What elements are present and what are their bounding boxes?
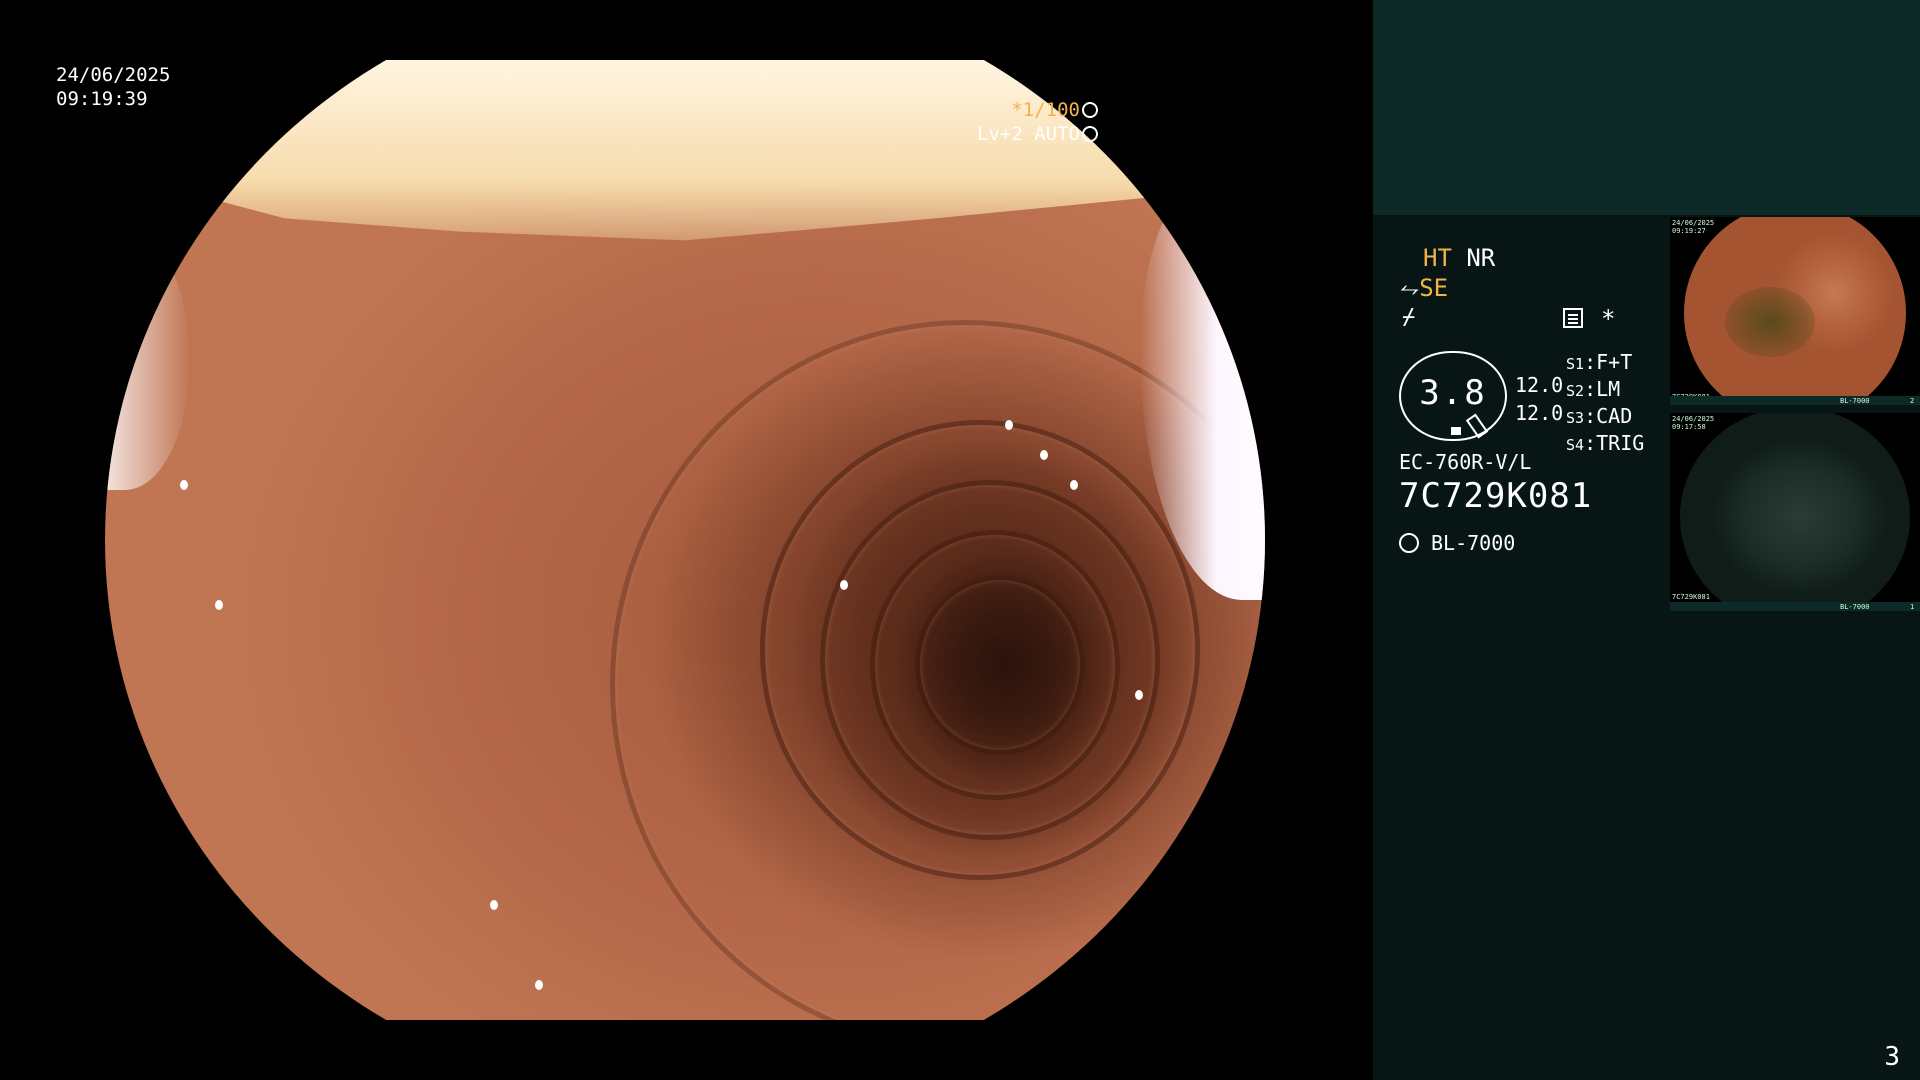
switch-key: S3 [1566,409,1585,427]
ht-label: HT [1423,244,1452,272]
star-indicator: * [1601,305,1616,333]
menu-icon [1563,308,1583,328]
gauge-marker-icon [1451,427,1461,435]
structure-enhance-icon: ⥊ [1400,274,1420,302]
page-number: 3 [1884,1042,1900,1072]
specular-highlight [180,480,188,490]
thumbnail-time: 09:17:58 [1672,423,1706,431]
exposure-info: *1/100 Lv+2 AUTO [977,98,1098,146]
thumbnail-footer [1670,602,1920,611]
gauge-display: 3.8 [1399,351,1507,441]
switch-key: S4 [1566,436,1585,454]
thumbnail-index: 2 [1910,397,1915,405]
thumbnail-footer [1670,396,1920,405]
light-glare [105,230,190,490]
capture-thumbnail[interactable]: 24/06/2025 09:17:58 7C729K081 BL-7000 1 [1670,413,1920,611]
thumbnail-serial: 7C729K081 [1672,593,1710,601]
specular-highlight [490,900,498,910]
specular-highlight [1135,690,1143,700]
setting-values: 12.0 12.0 [1515,371,1563,427]
scope-serial: 7C729K081 [1399,476,1593,516]
switch-key: S2 [1566,382,1585,400]
setting-value: 12.0 [1515,401,1564,425]
nr-label: NR [1466,244,1496,272]
exposure-level: Lv+2 [977,123,1023,145]
switch-value: CAD [1596,404,1633,428]
thumbnail-time: 09:19:27 [1672,227,1706,235]
switch-item: S1:F+T [1566,350,1633,374]
pen-icon: ⌿ [1402,305,1416,330]
specular-highlight [1070,480,1078,490]
iris-icon [1082,126,1098,142]
scope-model: EC-760R-V/L [1399,450,1532,474]
se-indicator: ⥊SE [1400,274,1448,302]
setting-value: 12.0 [1515,373,1564,397]
panel-header-area [1373,0,1920,215]
specular-highlight [535,980,543,990]
light-source-label: BL-7000 [1431,531,1516,555]
capture-thumbnail[interactable]: 24/06/2025 09:19:27 7C729K081 BL-7000 2 [1670,217,1920,405]
switch-item: S2:LM [1566,377,1621,401]
switch-value: TRIG [1596,431,1645,455]
shutter-prefix: * [1011,99,1023,121]
date-text: 24/06/2025 [56,64,171,86]
thumbnail-image-shadow [1725,287,1815,357]
specular-highlight [1040,450,1048,460]
time-text: 09:19:39 [56,88,148,110]
timestamp: 24/06/2025 09:19:39 [56,63,170,111]
specular-highlight [1005,420,1013,430]
ht-nr-indicator: HT NR [1423,244,1495,272]
thumbnail-index: 1 [1910,603,1915,611]
specular-highlight [215,600,223,610]
se-label: SE [1419,274,1449,302]
switch-value: F+T [1596,350,1633,374]
gauge-needle-icon [1465,413,1489,439]
aperture-icon [1082,102,1098,118]
switch-item: S4:TRIG [1566,431,1645,455]
exposure-mode: AUTO [1034,123,1080,145]
switch-value: LM [1596,377,1621,401]
switch-key: S1 [1566,355,1585,373]
sun-icon [1399,533,1419,553]
gauge-value: 3.8 [1419,373,1487,413]
thumbnail-light: BL-7000 [1840,397,1870,405]
thumbnail-date: 24/06/2025 [1672,415,1715,423]
switch-item: S3:CAD [1566,404,1633,428]
shutter-speed: 1/100 [1022,99,1080,121]
thumbnail-light: BL-7000 [1840,603,1870,611]
thumbnail-image [1680,413,1910,611]
light-source: BL-7000 [1399,531,1515,555]
specular-highlight [840,580,848,590]
thumbnail-date: 24/06/2025 [1672,219,1715,227]
switch-list: S1:F+T S2:LM S3:CAD S4:TRIG [1566,350,1644,458]
light-glare [105,60,1265,241]
endoscope-main-view [105,60,1265,1020]
